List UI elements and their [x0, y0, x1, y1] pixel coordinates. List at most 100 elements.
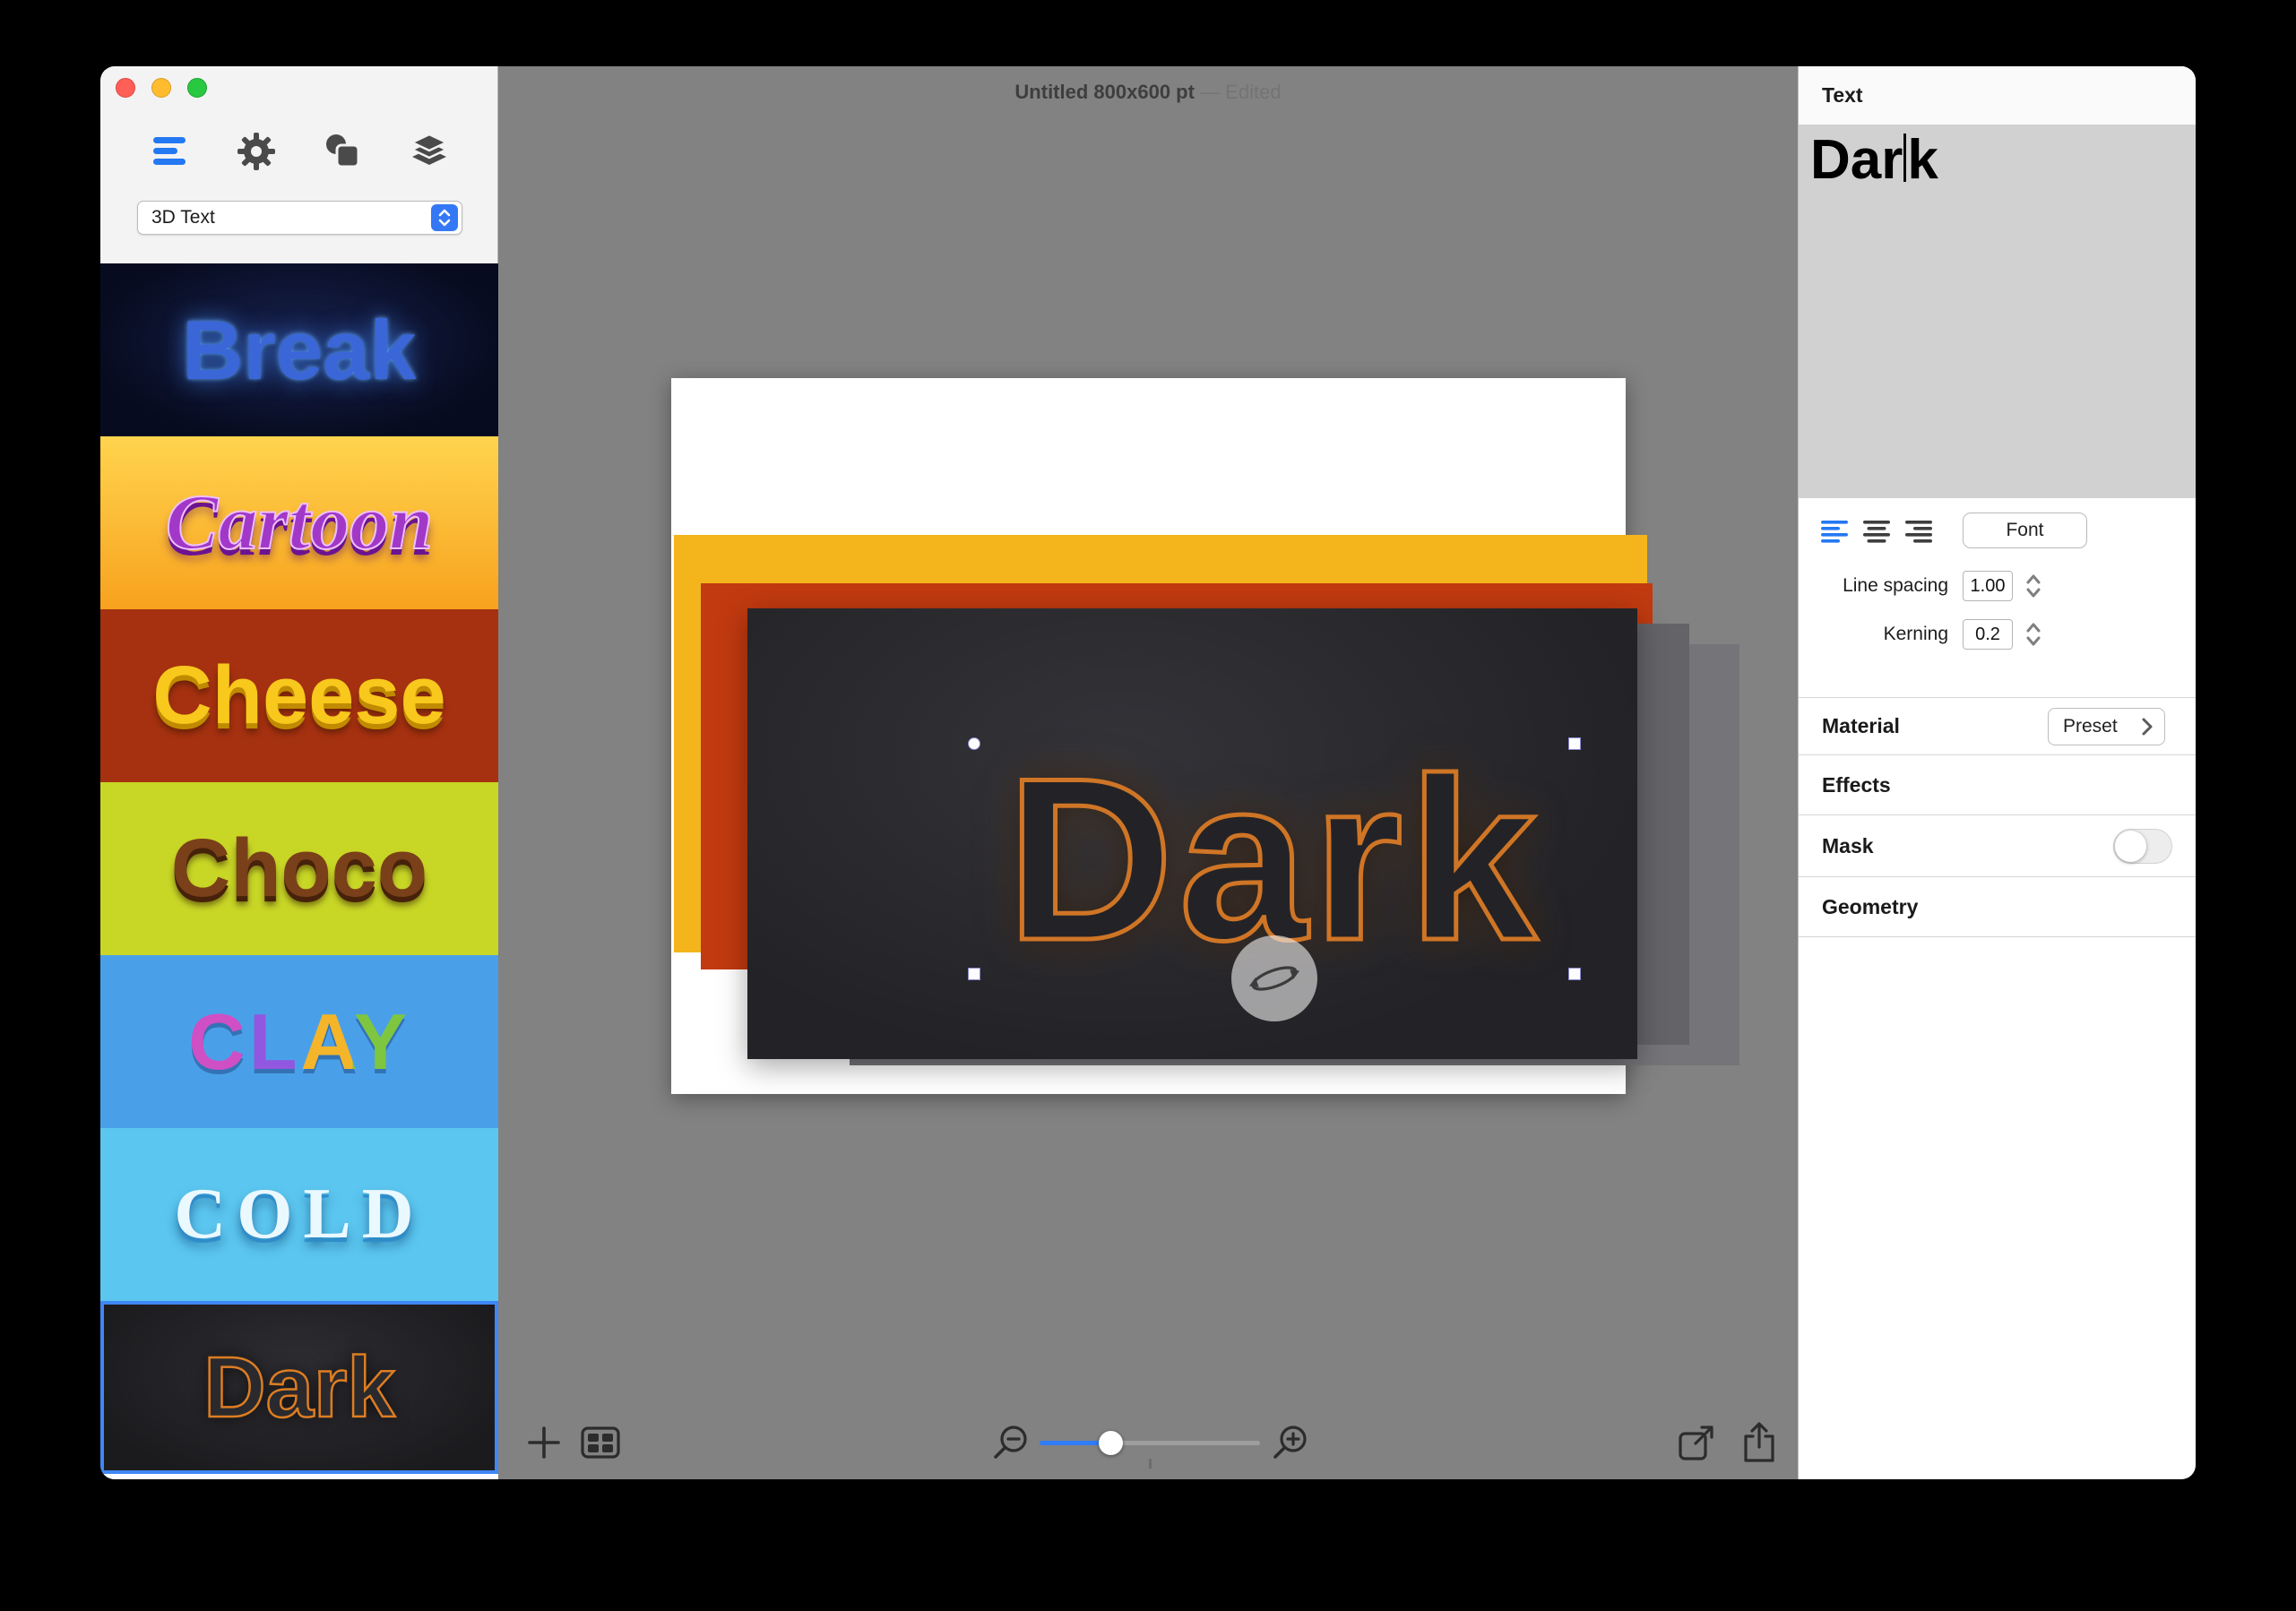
preset-clay[interactable]: CLAY: [100, 955, 498, 1128]
selection-handle[interactable]: [1568, 968, 1581, 980]
fullscreen-button[interactable]: [187, 78, 207, 98]
document-title: Untitled 800x600 pt — Edited: [498, 81, 1798, 104]
preset-label: COLD: [174, 1174, 424, 1255]
kerning-stepper[interactable]: [2024, 620, 2043, 649]
zoom-slider[interactable]: [1040, 1429, 1260, 1456]
settings-tab-icon[interactable]: [234, 129, 279, 174]
kerning-row: Kerning 0.2: [1799, 618, 2196, 650]
effects-label: Effects: [1799, 773, 1891, 797]
gear-icon: [236, 131, 277, 172]
layers-icon: [409, 131, 450, 172]
align-right-button[interactable]: [1903, 519, 1934, 548]
kerning-label: Kerning: [1799, 624, 1948, 645]
selection-handle[interactable]: [968, 968, 980, 980]
zoom-slider-track[interactable]: [1040, 1441, 1260, 1445]
preset-label: Cheese: [152, 649, 445, 743]
resize-icon: [1676, 1422, 1717, 1463]
selection-handle[interactable]: [968, 737, 980, 750]
app-window: 3D Text Break Cartoon Cheese Choco: [100, 66, 2196, 1479]
geometry-section[interactable]: Geometry: [1799, 876, 2196, 937]
category-dropdown[interactable]: 3D Text: [137, 201, 462, 235]
edited-badge: — Edited: [1200, 81, 1282, 103]
line-spacing-label: Line spacing: [1799, 575, 1948, 597]
share-button[interactable]: [1736, 1421, 1782, 1464]
plus-icon: [524, 1423, 564, 1462]
preset-dark-selected[interactable]: Dark: [100, 1301, 498, 1474]
canvas-text[interactable]: Dark: [1006, 756, 1542, 962]
rotate-3d-control[interactable]: [1231, 935, 1317, 1021]
zoom-in-button[interactable]: [1267, 1421, 1314, 1464]
text-edit-value: Dark: [1810, 129, 1938, 191]
rotate-3d-icon: [1239, 943, 1309, 1013]
sidebar-tabs: [100, 129, 498, 174]
preset-list: Break Cartoon Cheese Choco CLAY COLD Dar…: [100, 263, 498, 1479]
font-button-label: Font: [2006, 520, 2043, 541]
zoom-out-button[interactable]: [988, 1421, 1034, 1464]
preset-label: Break: [182, 302, 416, 399]
preset-label: Dark: [203, 1339, 394, 1437]
layers-tab-icon[interactable]: [407, 129, 452, 174]
inspector-section-title: Text: [1822, 83, 1863, 108]
dropdown-stepper-icon: [431, 204, 458, 231]
geometry-label: Geometry: [1799, 895, 1918, 919]
effects-section[interactable]: Effects: [1799, 754, 2196, 814]
inspector-header: Text: [1799, 66, 2196, 125]
window-controls: [116, 78, 207, 98]
material-section[interactable]: Material Preset: [1799, 697, 2196, 754]
mask-toggle[interactable]: [2113, 829, 2172, 864]
zoom-default-tick: [1149, 1459, 1152, 1469]
preset-label: CLAY: [188, 996, 410, 1088]
line-spacing-row: Line spacing 1.00: [1799, 570, 2196, 602]
alignment-controls: Font: [1799, 513, 2196, 552]
canvas-size-button[interactable]: [1673, 1421, 1720, 1464]
preset-label: Cartoon: [166, 478, 433, 568]
preset-choco[interactable]: Choco: [100, 782, 498, 955]
line-spacing-stepper[interactable]: [2024, 572, 2043, 600]
sidebar: 3D Text Break Cartoon Cheese Choco: [100, 66, 498, 1479]
presets-tab-icon[interactable]: [147, 129, 192, 174]
inspector-panel: Text Dark: [1798, 66, 2196, 1479]
preset-break[interactable]: Break: [100, 263, 498, 436]
templates-gallery-button[interactable]: [577, 1421, 624, 1464]
mask-section[interactable]: Mask: [1799, 814, 2196, 876]
align-center-button[interactable]: [1861, 519, 1892, 548]
kerning-input[interactable]: 0.2: [1963, 619, 2013, 650]
preset-cheese[interactable]: Cheese: [100, 609, 498, 782]
minimize-button[interactable]: [151, 78, 171, 98]
material-label: Material: [1799, 714, 1900, 738]
selection-handle[interactable]: [1568, 737, 1581, 750]
zoom-out-icon: [990, 1422, 1031, 1463]
stepper-icon: [2024, 572, 2043, 600]
text-selection-box[interactable]: Dark: [974, 744, 1575, 974]
text-cursor: [1903, 134, 1906, 182]
zoom-slider-thumb[interactable]: [1099, 1431, 1123, 1455]
font-button[interactable]: Font: [1963, 513, 2087, 548]
text-edit-field[interactable]: Dark: [1799, 125, 2196, 498]
layer-dark[interactable]: Dark: [747, 608, 1637, 1059]
mask-label: Mask: [1799, 834, 1874, 858]
shapes-icon: [322, 131, 363, 172]
align-center-icon: [1861, 519, 1892, 544]
stepper-icon: [2024, 620, 2043, 649]
share-icon: [1739, 1420, 1779, 1465]
material-preset-button[interactable]: Preset: [2048, 708, 2165, 745]
preset-label: Choco: [171, 822, 427, 916]
add-button[interactable]: [521, 1421, 567, 1464]
shapes-tab-icon[interactable]: [320, 129, 365, 174]
gallery-grid-icon: [578, 1423, 623, 1462]
canvas-workspace[interactable]: Untitled 800x600 pt — Edited Dark: [498, 66, 1798, 1479]
align-left-button[interactable]: [1819, 519, 1850, 548]
document-name: Untitled 800x600 pt: [1014, 81, 1195, 103]
category-dropdown-value: 3D Text: [138, 207, 431, 228]
close-button[interactable]: [116, 78, 135, 98]
line-spacing-input[interactable]: 1.00: [1963, 571, 2013, 601]
preset-cartoon[interactable]: Cartoon: [100, 436, 498, 609]
chevron-right-icon: [2141, 717, 2154, 737]
zoom-in-icon: [1270, 1422, 1311, 1463]
preset-cold[interactable]: COLD: [100, 1128, 498, 1301]
align-left-icon: [1819, 519, 1850, 544]
material-preset-label: Preset: [2063, 716, 2118, 737]
align-right-icon: [1903, 519, 1934, 544]
mask-toggle-knob: [2115, 831, 2146, 862]
list-icon: [150, 134, 189, 169]
